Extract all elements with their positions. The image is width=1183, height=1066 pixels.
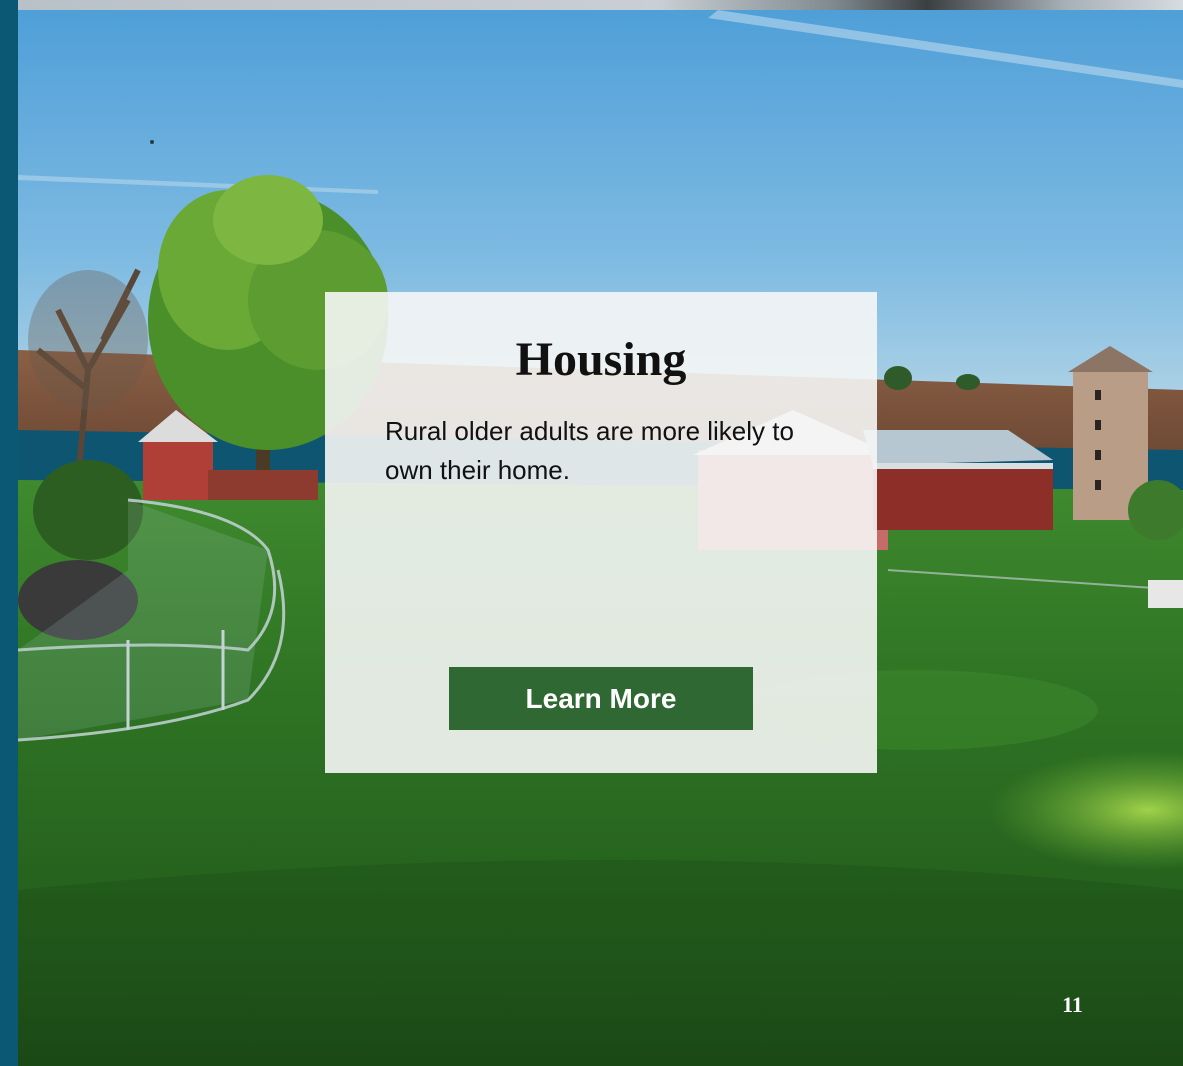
learn-more-button[interactable]: Learn More — [449, 667, 753, 730]
card-description: Rural older adults are more likely to ow… — [385, 416, 794, 485]
housing-info-card: Housing Rural older adults are more like… — [325, 292, 877, 773]
left-accent-bar — [0, 0, 18, 1066]
page: Housing Rural older adults are more like… — [0, 0, 1183, 1066]
top-strip — [18, 0, 1183, 10]
page-number: 11 — [1062, 992, 1083, 1017]
card-title: Housing — [515, 333, 687, 386]
